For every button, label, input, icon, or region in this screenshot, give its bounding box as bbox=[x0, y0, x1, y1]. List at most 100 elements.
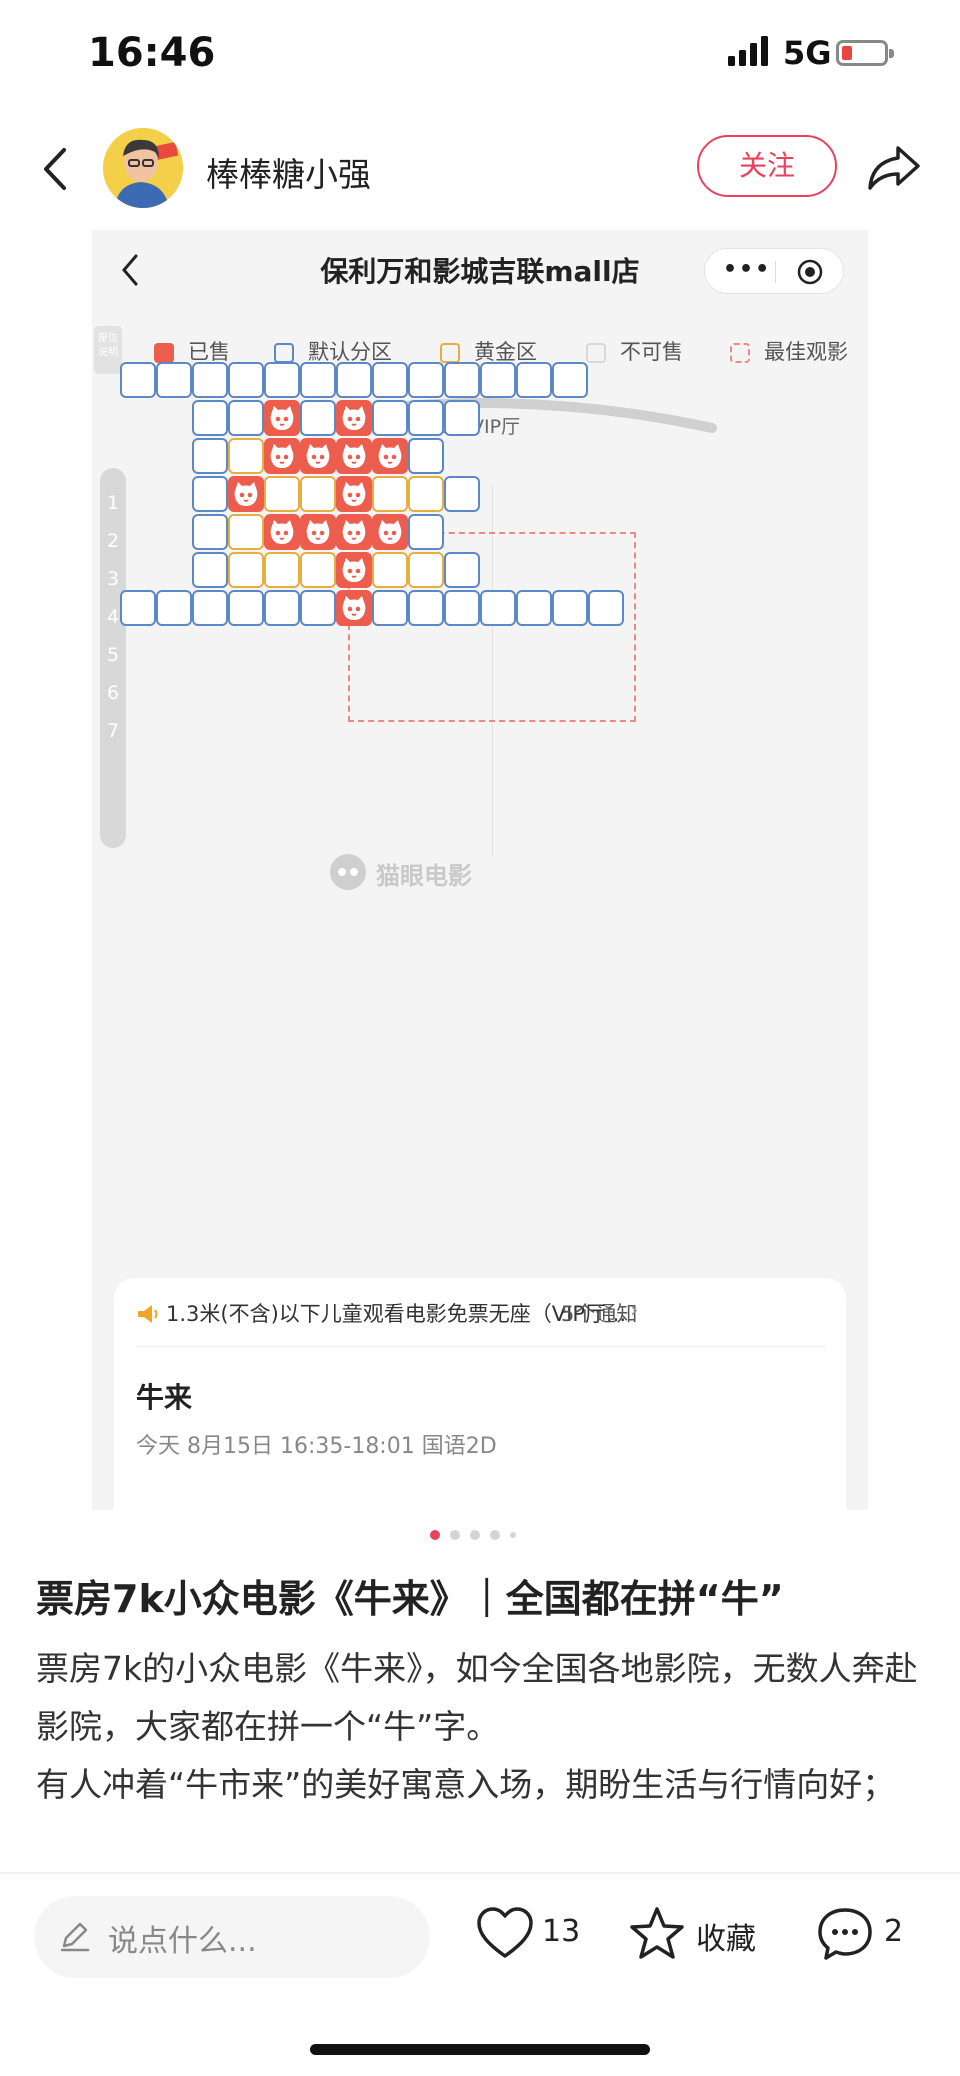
legend-unavailable: 不可售 bbox=[586, 336, 683, 366]
seat-available[interactable] bbox=[372, 590, 408, 626]
seat-available[interactable] bbox=[372, 400, 408, 436]
seat-available[interactable] bbox=[192, 514, 228, 550]
seat-available[interactable] bbox=[408, 438, 444, 474]
seat-available[interactable] bbox=[192, 552, 228, 588]
pager-dot[interactable] bbox=[510, 1532, 516, 1538]
status-time: 16:46 bbox=[88, 30, 216, 76]
seat-available[interactable] bbox=[264, 590, 300, 626]
seat-available[interactable] bbox=[480, 362, 516, 398]
seat-available[interactable] bbox=[480, 590, 516, 626]
seat-sold bbox=[372, 438, 408, 474]
legend-help-label: 座位说明 bbox=[94, 326, 122, 374]
home-indicator bbox=[310, 2044, 650, 2055]
seat-available[interactable] bbox=[372, 362, 408, 398]
seat-available[interactable] bbox=[408, 400, 444, 436]
seat-available[interactable] bbox=[516, 362, 552, 398]
seat-available[interactable] bbox=[120, 590, 156, 626]
seat-available[interactable] bbox=[588, 590, 624, 626]
seat-available[interactable] bbox=[264, 362, 300, 398]
like-button[interactable]: 13 bbox=[476, 1906, 586, 1966]
comment-button[interactable]: 2 bbox=[816, 1906, 926, 1966]
chevron-left-icon bbox=[44, 148, 66, 190]
seat-available[interactable] bbox=[408, 590, 444, 626]
post-image[interactable]: 保利万和影城吉联mall店 ••• 座位说明 已售 默认分区 黄金区 不可售 最… bbox=[92, 230, 868, 1510]
seat-gold[interactable] bbox=[408, 552, 444, 588]
seat-sold bbox=[336, 514, 372, 550]
seat-sold bbox=[336, 590, 372, 626]
seat-sold bbox=[300, 438, 336, 474]
pager-dot[interactable] bbox=[430, 1530, 440, 1540]
seat-gold[interactable] bbox=[228, 552, 264, 588]
seat-available[interactable] bbox=[552, 590, 588, 626]
seat-available[interactable] bbox=[300, 590, 336, 626]
pager-dot[interactable] bbox=[470, 1530, 480, 1540]
seat-available[interactable] bbox=[408, 362, 444, 398]
collect-button[interactable]: 收藏 bbox=[628, 1906, 768, 1966]
seat-available[interactable] bbox=[444, 590, 480, 626]
seat-gold[interactable] bbox=[372, 552, 408, 588]
pager-dot[interactable] bbox=[490, 1530, 500, 1540]
seat-available[interactable] bbox=[444, 362, 480, 398]
seat-available[interactable] bbox=[156, 362, 192, 398]
seat-sold bbox=[336, 552, 372, 588]
like-count: 13 bbox=[542, 1914, 581, 1949]
seat-available[interactable] bbox=[300, 362, 336, 398]
back-button[interactable] bbox=[36, 144, 76, 194]
maoyan-logo-icon bbox=[330, 854, 366, 890]
legend-best-view: 最佳观影 bbox=[730, 336, 848, 366]
seat-available[interactable] bbox=[336, 362, 372, 398]
author-name[interactable]: 棒棒糖小强 bbox=[206, 148, 371, 196]
share-button[interactable] bbox=[866, 142, 922, 194]
mini-nav-bar: 保利万和影城吉联mall店 ••• bbox=[92, 230, 868, 310]
seat-gold[interactable] bbox=[372, 476, 408, 512]
seat-available[interactable] bbox=[228, 590, 264, 626]
follow-button[interactable]: 关注 bbox=[697, 135, 837, 197]
notice-text: 1.3米(不含)以下儿童观看电影免票无座（VIP厅... bbox=[166, 1302, 627, 1326]
share-icon bbox=[868, 146, 920, 190]
close-target-icon bbox=[797, 259, 823, 285]
seat-available[interactable] bbox=[516, 590, 552, 626]
seat-gold[interactable] bbox=[264, 476, 300, 512]
seat-gold[interactable] bbox=[300, 476, 336, 512]
seat-gold[interactable] bbox=[408, 476, 444, 512]
row-label: 5 bbox=[106, 644, 120, 666]
chevron-right-icon: › bbox=[630, 1298, 639, 1322]
movie-info-card: 1.3米(不含)以下儿童观看电影免票无座（VIP厅... 5个通知 › 牛来 今… bbox=[114, 1278, 846, 1510]
collect-label: 收藏 bbox=[696, 1922, 756, 1957]
seat-available[interactable] bbox=[408, 514, 444, 550]
comment-placeholder: 说点什么... bbox=[108, 1924, 257, 1959]
seat-gold[interactable] bbox=[228, 438, 264, 474]
row-label: 2 bbox=[106, 530, 120, 552]
seat-available[interactable] bbox=[444, 476, 480, 512]
seat-available[interactable] bbox=[192, 590, 228, 626]
movie-title: 牛来 bbox=[136, 1381, 193, 1414]
row-label: 7 bbox=[106, 720, 120, 742]
seat-available[interactable] bbox=[444, 400, 480, 436]
mini-program-capsule: ••• bbox=[704, 248, 844, 294]
seat-available[interactable] bbox=[228, 362, 264, 398]
avatar[interactable] bbox=[103, 128, 183, 208]
seat-available[interactable] bbox=[192, 438, 228, 474]
seat-available[interactable] bbox=[192, 362, 228, 398]
seat-gold[interactable] bbox=[264, 552, 300, 588]
heart-icon bbox=[477, 1907, 533, 1958]
seat-sold bbox=[336, 438, 372, 474]
seat-sold bbox=[264, 400, 300, 436]
seat-available[interactable] bbox=[192, 476, 228, 512]
seat-available[interactable] bbox=[156, 590, 192, 626]
notice-count: 5个通知 bbox=[561, 1302, 638, 1326]
pager-dot[interactable] bbox=[450, 1530, 460, 1540]
seat-available[interactable] bbox=[300, 400, 336, 436]
seat-available[interactable] bbox=[228, 400, 264, 436]
comment-input[interactable]: 说点什么... bbox=[34, 1896, 430, 1978]
seat-sold bbox=[336, 476, 372, 512]
seat-available[interactable] bbox=[120, 362, 156, 398]
battery-icon bbox=[836, 40, 894, 66]
more-icon: ••• bbox=[723, 257, 772, 282]
seat-available[interactable] bbox=[192, 400, 228, 436]
seat-sold bbox=[264, 438, 300, 474]
seat-gold[interactable] bbox=[300, 552, 336, 588]
seat-available[interactable] bbox=[444, 552, 480, 588]
seat-gold[interactable] bbox=[228, 514, 264, 550]
seat-available[interactable] bbox=[552, 362, 588, 398]
